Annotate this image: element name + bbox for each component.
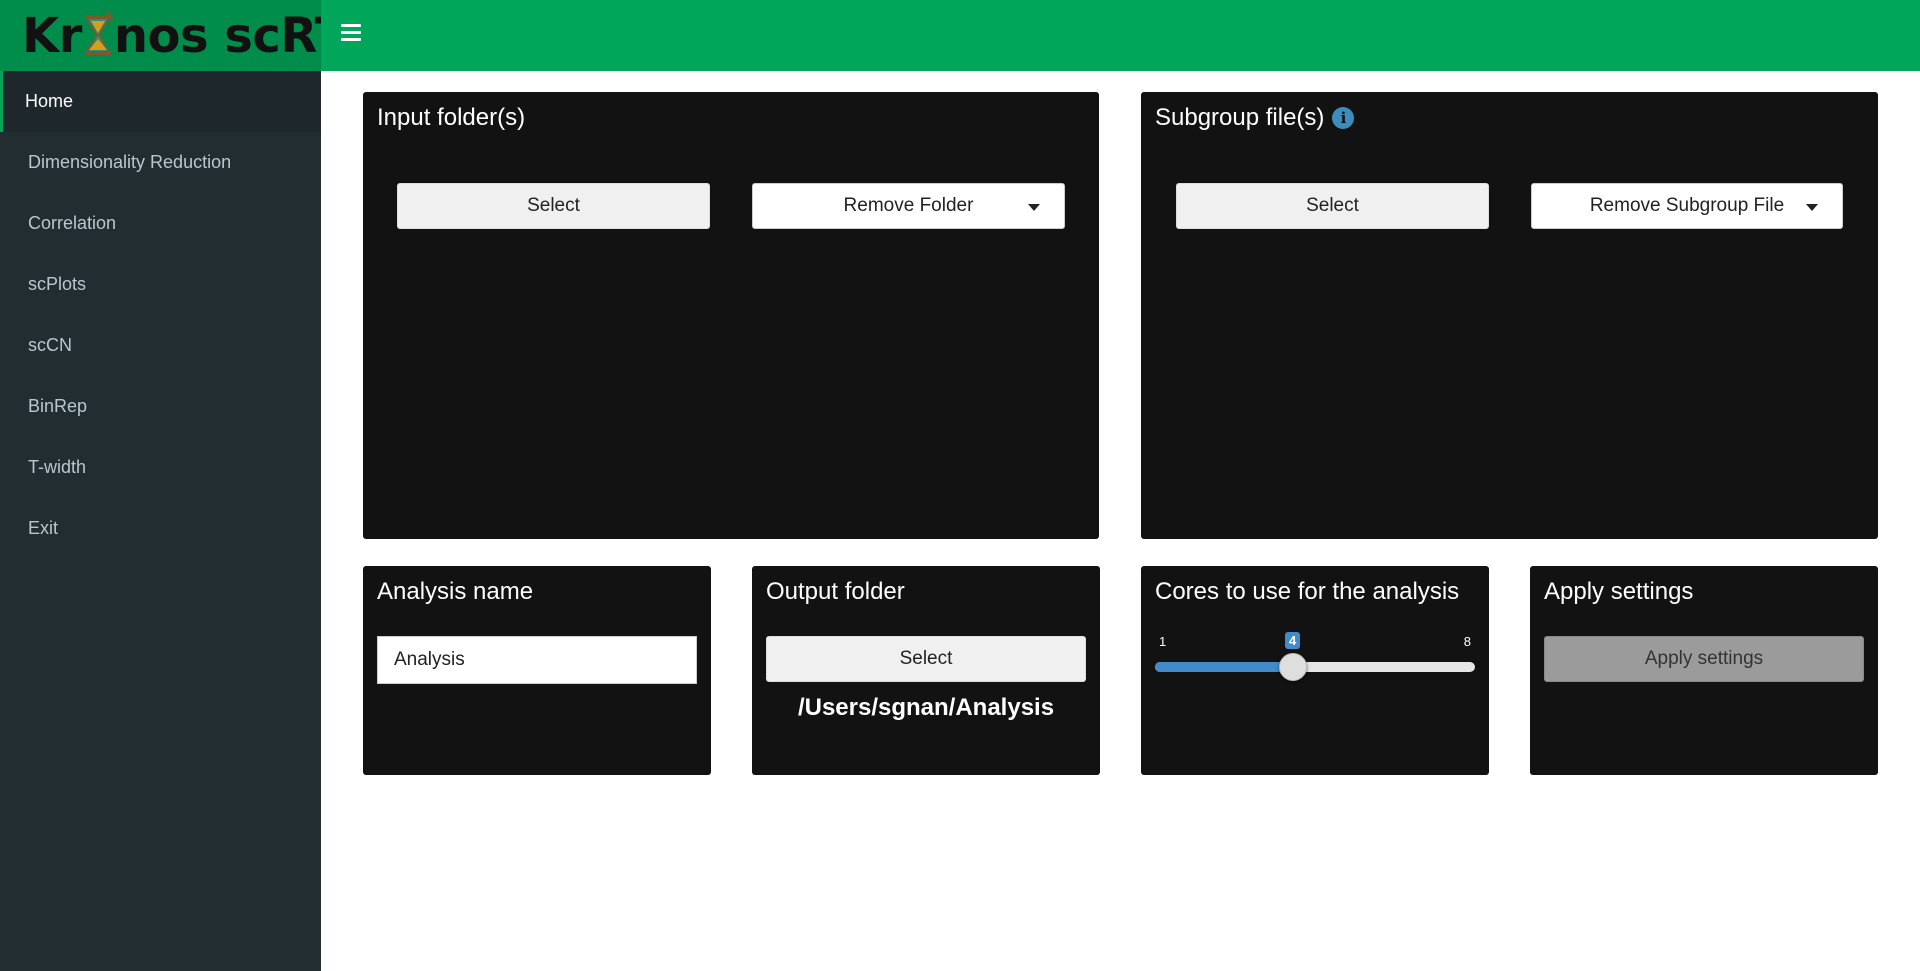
sidebar-item-scplots[interactable]: scPlots bbox=[0, 254, 321, 315]
subgroup-files-box: Subgroup file(s) i Select Remove Subgrou… bbox=[1141, 92, 1878, 539]
info-icon[interactable]: i bbox=[1332, 107, 1355, 129]
remove-folder-label: Remove Folder bbox=[843, 195, 974, 216]
remove-subgroup-file-label: Remove Subgroup File bbox=[1589, 195, 1785, 216]
input-folders-title: Input folder(s) bbox=[377, 104, 526, 131]
sidebar-item-label: Exit bbox=[28, 518, 59, 538]
input-folders-box: Input folder(s) Select Remove Folder bbox=[363, 92, 1099, 539]
top-navbar bbox=[321, 0, 1920, 71]
sidebar-item-label: BinRep bbox=[28, 396, 88, 416]
logo: Kr nos scRT bbox=[0, 0, 347, 71]
output-folder-title: Output folder bbox=[766, 578, 905, 605]
sidebar-item-correlation[interactable]: Correlation bbox=[0, 193, 321, 254]
select-output-folder-button[interactable]: Select bbox=[766, 636, 1086, 682]
sidebar-item-dimensionality-reduction[interactable]: Dimensionality Reduction bbox=[0, 132, 321, 193]
sidebar-item-label: Home bbox=[25, 91, 74, 111]
remove-folder-dropdown[interactable]: Remove Folder bbox=[752, 183, 1065, 229]
remove-subgroup-file-dropdown[interactable]: Remove Subgroup File bbox=[1531, 183, 1843, 229]
app-logo-text: Kr nos scRT bbox=[22, 8, 347, 64]
sidebar-item-binrep[interactable]: BinRep bbox=[0, 376, 321, 437]
output-folder-path: /Users/sgnan/Analysis bbox=[797, 694, 1055, 721]
sidebar-item-label: T-width bbox=[28, 457, 87, 477]
apply-settings-title: Apply settings bbox=[1544, 578, 1694, 605]
caret-down-icon bbox=[1028, 204, 1040, 211]
sidebar-item-home[interactable]: Home bbox=[0, 71, 321, 132]
slider-max-label: 8 bbox=[1463, 634, 1471, 649]
sidebar-item-sccn[interactable]: scCN bbox=[0, 315, 321, 376]
caret-down-icon bbox=[1806, 204, 1818, 211]
slider-fill bbox=[1155, 662, 1293, 672]
sidebar-item-label: scCN bbox=[28, 335, 72, 355]
slider-handle[interactable] bbox=[1279, 653, 1307, 681]
cores-slider[interactable]: 1 8 4 bbox=[1155, 632, 1475, 684]
hourglass-icon bbox=[83, 11, 113, 58]
hamburger-icon[interactable] bbox=[341, 24, 361, 44]
slider-track[interactable] bbox=[1155, 662, 1475, 672]
select-subgroup-file-button[interactable]: Select bbox=[1176, 183, 1489, 229]
apply-settings-button[interactable]: Apply settings bbox=[1544, 636, 1864, 682]
sidebar-item-exit[interactable]: Exit bbox=[0, 498, 321, 559]
output-folder-box: Output folder Select /Users/sgnan/Analys… bbox=[752, 566, 1100, 775]
sidebar-item-label: Dimensionality Reduction bbox=[28, 152, 232, 172]
analysis-name-title: Analysis name bbox=[377, 578, 534, 605]
slider-min-label: 1 bbox=[1159, 634, 1167, 649]
cores-title: Cores to use for the analysis bbox=[1155, 578, 1460, 605]
cores-box: Cores to use for the analysis 1 8 4 bbox=[1141, 566, 1489, 775]
main-content: Input folder(s) Select Remove Folder Sub… bbox=[321, 71, 1920, 971]
sidebar-item-label: Correlation bbox=[28, 213, 117, 233]
analysis-name-box: Analysis name Analysis bbox=[363, 566, 711, 775]
select-input-folder-button[interactable]: Select bbox=[397, 183, 710, 229]
analysis-name-input[interactable]: Analysis bbox=[377, 636, 697, 684]
logo-suffix: nos scRT bbox=[113, 7, 348, 64]
subgroup-files-title: Subgroup file(s) bbox=[1155, 104, 1325, 131]
sidebar-item-label: scPlots bbox=[28, 274, 87, 294]
subgroup-files-title-row: Subgroup file(s) i bbox=[1155, 104, 1355, 132]
logo-prefix: Kr bbox=[22, 7, 82, 64]
sidebar: Home Dimensionality Reduction Correlatio… bbox=[0, 71, 321, 971]
sidebar-item-t-width[interactable]: T-width bbox=[0, 437, 321, 498]
apply-settings-box: Apply settings Apply settings bbox=[1530, 566, 1878, 775]
slider-value-label: 4 bbox=[1285, 632, 1301, 649]
